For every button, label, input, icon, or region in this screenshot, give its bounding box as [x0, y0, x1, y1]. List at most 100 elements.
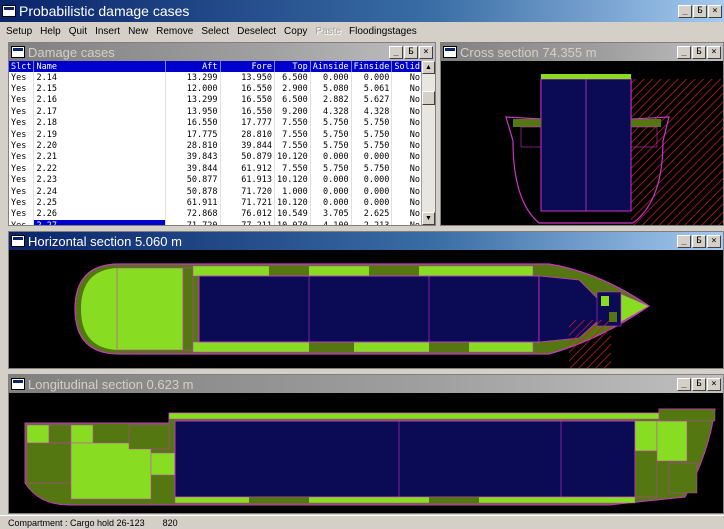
- cargo-hold-profile: [174, 420, 636, 498]
- longitudinal-section-canvas[interactable]: [9, 393, 723, 513]
- cell-solid: No: [391, 140, 423, 152]
- horizontal-section-title-bar[interactable]: Horizontal section 5.060 m _ Б ×: [9, 232, 723, 250]
- scroll-down-arrow-icon[interactable]: ▼: [422, 212, 435, 225]
- column-header-fore[interactable]: Fore: [220, 61, 276, 72]
- menu-item-floodingstages[interactable]: Floodingstages: [345, 26, 421, 37]
- cross-section-title-bar[interactable]: Cross section 74.355 m _ Б ×: [441, 43, 723, 61]
- column-header-name[interactable]: Name: [33, 61, 167, 72]
- table-row[interactable]: Yes 2.24 50.878 71.720 1.000 0.000 0.000 No: [9, 185, 423, 198]
- table-row[interactable]: Yes 2.26 72.868 76.012 10.549 3.705 2.625 No: [9, 208, 423, 221]
- vertical-scrollbar[interactable]: ▲ ▼: [421, 61, 435, 225]
- table-row[interactable]: Yes 2.25 61.911 71.721 10.120 0.000 0.000 No: [9, 197, 423, 209]
- menu-item-insert[interactable]: Insert: [91, 26, 124, 37]
- minimize-button[interactable]: _: [678, 4, 692, 18]
- cell-top: 7.550: [274, 128, 311, 141]
- minimize-button[interactable]: _: [389, 45, 403, 59]
- menu-item-remove[interactable]: Remove: [152, 26, 197, 37]
- close-button[interactable]: ×: [419, 45, 433, 59]
- close-button[interactable]: ×: [707, 234, 721, 248]
- table-row[interactable]: Yes 2.20 28.810 39.844 7.550 5.750 5.750 No: [9, 140, 423, 152]
- restore-button[interactable]: Б: [404, 45, 418, 59]
- table-row[interactable]: Yes2.2771.72077.21110.0704.1002.213No: [9, 220, 423, 225]
- cell-solid: No: [391, 197, 423, 209]
- scroll-up-arrow-icon[interactable]: ▲: [422, 61, 435, 74]
- cell-aft: 61.911: [165, 197, 221, 209]
- table-row[interactable]: Yes 2.23 50.877 61.913 10.120 0.000 0.000 No: [9, 174, 423, 186]
- cell-finside: 0.000: [351, 197, 393, 209]
- column-header-slct[interactable]: Slct: [9, 61, 35, 72]
- cell-slct: Yes: [9, 185, 35, 198]
- close-button[interactable]: ×: [707, 45, 721, 59]
- app-icon[interactable]: [2, 5, 16, 17]
- close-button[interactable]: ×: [707, 377, 721, 391]
- window-icon[interactable]: [443, 46, 457, 58]
- cell-ainside: 2.882: [310, 94, 352, 107]
- table-row[interactable]: Yes 2.17 13.950 16.550 9.200 4.328 4.328 No: [9, 106, 423, 118]
- scroll-thumb[interactable]: [422, 91, 435, 105]
- column-header-solid[interactable]: Solid: [391, 61, 423, 72]
- cell-name: 2.18: [33, 117, 167, 129]
- status-compartment: Compartment : Cargo hold 26-123: [8, 517, 145, 528]
- menu-item-select[interactable]: Select: [197, 26, 233, 37]
- cell-top: 7.550: [274, 140, 311, 152]
- cell-slct: Yes: [9, 117, 35, 129]
- cell-name: 2.25: [33, 197, 167, 209]
- cell-fore: 39.844: [220, 140, 276, 152]
- table-row[interactable]: Yes 2.18 16.550 17.777 7.550 5.750 5.750 No: [9, 117, 423, 129]
- damage-cases-title-bar[interactable]: Damage cases _ Б ×: [9, 43, 435, 61]
- cell-aft: 28.810: [165, 140, 221, 152]
- cell-ainside: 0.000: [310, 72, 352, 84]
- horizontal-section-canvas[interactable]: [9, 250, 723, 368]
- cell-solid: No: [391, 220, 423, 225]
- column-header-finside[interactable]: Finside: [351, 61, 393, 72]
- column-header-ainside[interactable]: Ainside: [310, 61, 352, 72]
- longitudinal-section-title-bar[interactable]: Longitudinal section 0.623 m _ Б ×: [9, 375, 723, 393]
- minimize-button[interactable]: _: [677, 234, 691, 248]
- window-icon[interactable]: [11, 378, 25, 390]
- table-row[interactable]: Yes 2.22 39.844 61.912 7.550 5.750 5.750 No: [9, 163, 423, 175]
- cell-slct: Yes: [9, 197, 35, 209]
- cell-fore: 50.879: [220, 151, 276, 164]
- menu-item-help[interactable]: Help: [36, 26, 65, 37]
- cell-finside: 0.000: [351, 174, 393, 186]
- menu-item-new[interactable]: New: [124, 26, 152, 37]
- column-header-top[interactable]: Top: [274, 61, 311, 72]
- menu-item-deselect[interactable]: Deselect: [233, 26, 280, 37]
- cell-fore: 28.810: [220, 128, 276, 141]
- close-button[interactable]: ×: [708, 4, 722, 18]
- restore-button[interactable]: Б: [692, 377, 706, 391]
- cell-ainside: 4.328: [310, 106, 352, 118]
- minimize-button[interactable]: _: [677, 377, 691, 391]
- cell-ainside: 0.000: [310, 151, 352, 164]
- cell-finside: 5.061: [351, 83, 393, 95]
- damage-zone: [569, 320, 611, 368]
- column-header-aft[interactable]: Aft: [165, 61, 221, 72]
- table-header-row: Slct Name Aft Fore Top Ainside Finside Solid: [9, 61, 423, 72]
- cell-slct: Yes: [9, 72, 35, 84]
- table-row[interactable]: Yes 2.15 12.000 16.550 2.900 5.080 5.061 No: [9, 83, 423, 95]
- longitudinal-section-title: Longitudinal section 0.623 m: [28, 376, 194, 392]
- table-row[interactable]: Yes 2.14 13.299 13.950 6.500 0.000 0.000 No: [9, 72, 423, 84]
- menu-item-setup[interactable]: Setup: [2, 26, 36, 37]
- app-title-bar: Probabilistic damage cases _ Б ×: [0, 0, 724, 22]
- minimize-button[interactable]: _: [677, 45, 691, 59]
- cell-finside: 5.750: [351, 140, 393, 152]
- restore-button[interactable]: Б: [693, 4, 707, 18]
- cell-finside: 0.000: [351, 72, 393, 84]
- cell-fore: 76.012: [220, 208, 276, 221]
- window-icon[interactable]: [11, 235, 25, 247]
- window-icon[interactable]: [11, 46, 25, 58]
- table-row[interactable]: Yes 2.21 39.843 50.879 10.120 0.000 0.000 No: [9, 151, 423, 164]
- menu-item-quit[interactable]: Quit: [65, 26, 91, 37]
- cross-section-canvas[interactable]: [441, 61, 723, 225]
- app-title: Probabilistic damage cases: [19, 3, 190, 19]
- damage-cases-window: Damage cases _ Б × Slct Name Aft Fore Top Ain…: [8, 42, 436, 226]
- table-row[interactable]: Yes 2.19 17.775 28.810 7.550 5.750 5.750 No: [9, 128, 423, 141]
- cell-slct: Yes: [9, 94, 35, 107]
- menu-item-copy[interactable]: Copy: [280, 26, 311, 37]
- table-row[interactable]: Yes 2.16 13.299 16.550 6.500 2.882 5.627 No: [9, 94, 423, 107]
- cell-fore: 71.721: [220, 197, 276, 209]
- restore-button[interactable]: Б: [692, 234, 706, 248]
- cell-fore: 13.950: [220, 72, 276, 84]
- restore-button[interactable]: Б: [692, 45, 706, 59]
